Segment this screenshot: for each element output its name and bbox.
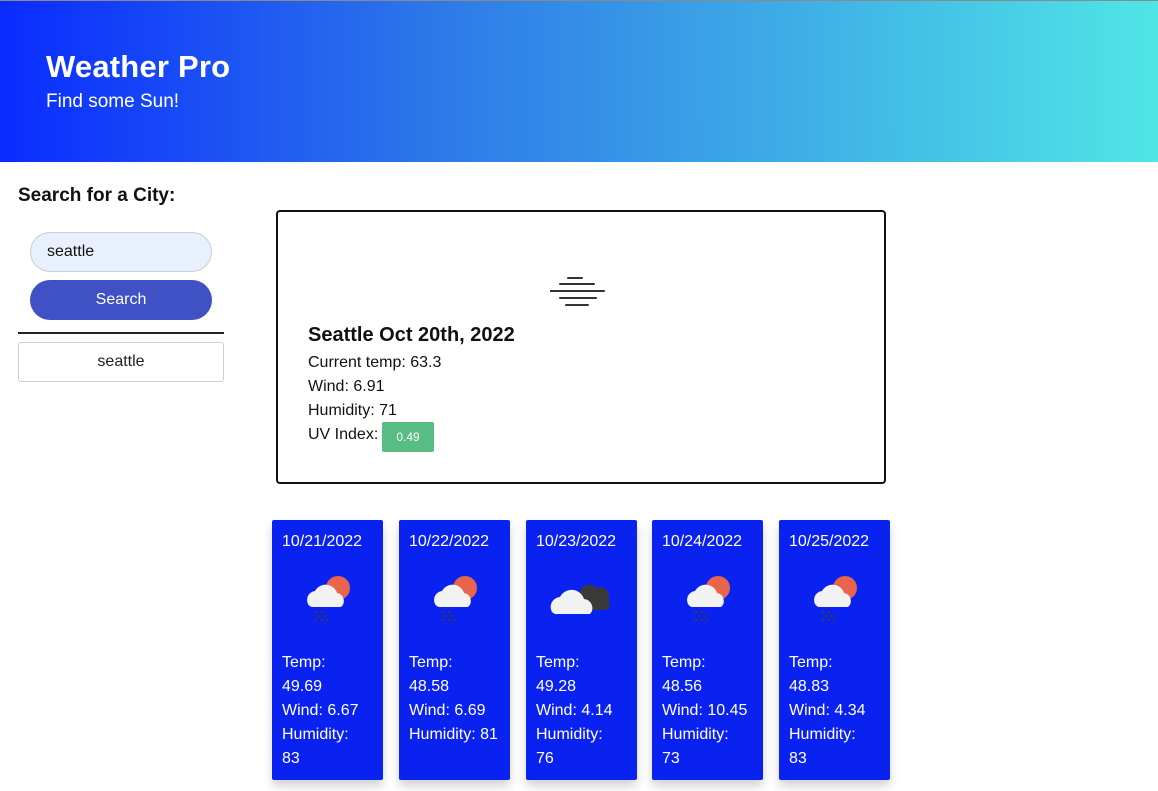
forecast-humidity-label: Humidity: [536, 726, 603, 743]
app-title: Weather Pro [46, 49, 231, 84]
forecast-date: 10/24/2022 [662, 533, 743, 550]
current-temp: Current temp: 63.3 [308, 354, 442, 371]
uv-index-label: UV Index: [308, 426, 379, 443]
forecast-temp: 49.28 [536, 678, 577, 695]
forecast-stats: Temp: 48.83 Wind: 4.34 Humidity: 83 [789, 651, 889, 771]
forecast-date: 10/25/2022 [789, 533, 870, 550]
rain-sun-icon [434, 576, 477, 622]
mist-icon [550, 277, 605, 306]
rain-sun-icon [814, 576, 857, 622]
forecast-card: 10/25/2022 Temp: 48.83 Wind: 4.34 Humidi… [779, 520, 890, 780]
cloudy-icon [550, 584, 610, 615]
forecast-humidity: 83 [282, 750, 300, 767]
forecast-date: 10/22/2022 [409, 533, 490, 550]
current-city-date: Seattle Oct 20th, 2022 [308, 324, 515, 346]
current-wind: Wind: 6.91 [308, 378, 385, 395]
forecast-wind: Wind: 4.14 [536, 702, 613, 719]
forecast-humidity-label: Humidity: 81 [409, 726, 498, 743]
forecast-temp: 48.58 [409, 678, 450, 695]
search-heading: Search for a City: [18, 185, 176, 206]
search-button[interactable]: Search [30, 280, 212, 320]
rain-sun-icon [687, 576, 730, 622]
forecast-humidity-label: Humidity: [662, 726, 729, 743]
forecast-humidity-label: Humidity: [282, 726, 349, 743]
forecast-wind: Wind: 6.67 [282, 702, 359, 719]
forecast-card: 10/24/2022 Temp: 48.56 Wind: 10.45 Humid… [652, 520, 763, 780]
forecast-temp-label: Temp: [662, 654, 706, 671]
history-item-seattle[interactable]: seattle [18, 342, 224, 382]
forecast-stats: Temp: 49.69 Wind: 6.67 Humidity: 83 [282, 651, 382, 771]
forecast-temp-label: Temp: [409, 654, 453, 671]
forecast-humidity: 83 [789, 750, 807, 767]
forecast-card: 10/22/2022 Temp: 48.58 Wind: 6.69 Humidi… [399, 520, 510, 780]
forecast-temp-label: Temp: [282, 654, 326, 671]
forecast-stats: Temp: 48.56 Wind: 10.45 Humidity: 73 [662, 651, 762, 771]
forecast-temp: 48.83 [789, 678, 830, 695]
current-weather-card: Seattle Oct 20th, 2022 Current temp: 63.… [276, 210, 886, 484]
forecast-date: 10/21/2022 [282, 533, 363, 550]
forecast-wind: Wind: 10.45 [662, 702, 748, 719]
forecast-date: 10/23/2022 [536, 533, 617, 550]
forecast-wind: Wind: 6.69 [409, 702, 486, 719]
app-subtitle: Find some Sun! [46, 91, 180, 112]
forecast-temp-label: Temp: [789, 654, 833, 671]
forecast-temp: 48.56 [662, 678, 703, 695]
forecast-humidity: 73 [662, 750, 680, 767]
app-header: Weather Pro Find some Sun! [0, 0, 1158, 162]
forecast-temp: 49.69 [282, 678, 323, 695]
forecast-temp-label: Temp: [536, 654, 580, 671]
forecast-wind: Wind: 4.34 [789, 702, 866, 719]
rain-sun-icon [307, 576, 350, 622]
current-humidity: Humidity: 71 [308, 402, 397, 419]
forecast-card: 10/23/2022 Temp: 49.28 Wind: 4.14 Humidi… [526, 520, 637, 780]
sidebar-divider [18, 332, 224, 334]
city-search-input[interactable] [30, 232, 212, 272]
uv-index-badge: 0.49 [382, 422, 434, 452]
forecast-card: 10/21/2022 Temp: 49.69 Wind: 6.67 Humidi… [272, 520, 383, 780]
forecast-humidity: 76 [536, 750, 554, 767]
forecast-humidity-label: Humidity: [789, 726, 856, 743]
forecast-stats: Temp: 49.28 Wind: 4.14 Humidity: 76 [536, 651, 636, 771]
forecast-stats: Temp: 48.58 Wind: 6.69 Humidity: 81 [409, 651, 509, 747]
